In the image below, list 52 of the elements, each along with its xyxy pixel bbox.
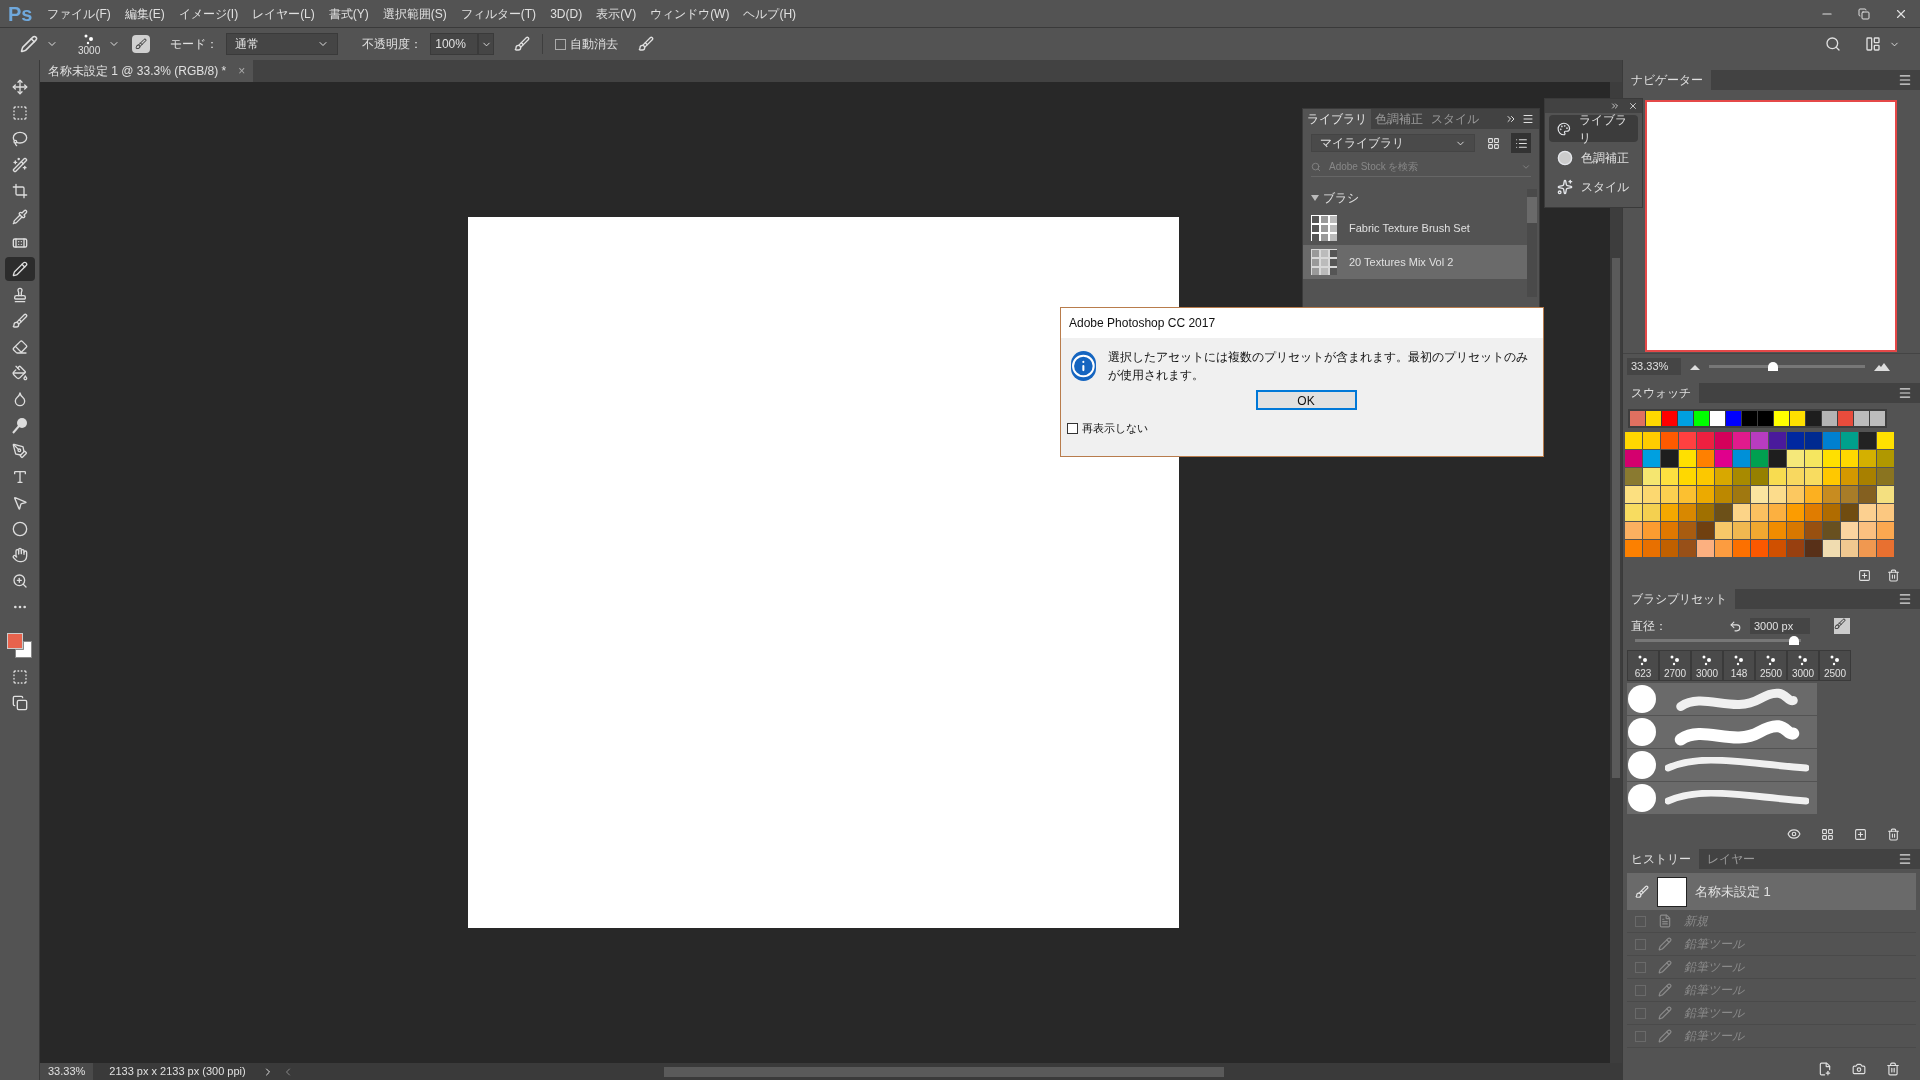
menu-item[interactable]: 選択範囲(S) (375, 4, 454, 23)
document-tab[interactable]: 名称未設定 1 @ 33.3% (RGB/8) * × (40, 60, 254, 82)
menu-item[interactable]: 3D(D) (543, 4, 590, 23)
brush-tip[interactable]: 623 (1627, 650, 1659, 681)
menu-item[interactable]: ファイル(F) (40, 4, 118, 23)
brush-tip[interactable]: 148 (1723, 650, 1755, 681)
mode-select[interactable]: 通常 (226, 33, 339, 55)
opacity-field[interactable]: 100% (430, 33, 479, 55)
dont-show-checkbox[interactable]: 再表示しない (1061, 420, 1543, 437)
history-snapshot[interactable]: 名称未設定 1 (1627, 873, 1916, 910)
panel-button[interactable]: ライブラリ (1549, 115, 1638, 142)
brush-preset-picker[interactable]: 3000 (78, 32, 101, 56)
dialog-title: Adobe Photoshop CC 2017 (1069, 315, 1216, 332)
tab-close[interactable]: × (238, 62, 246, 80)
section-header[interactable]: ブラシ (1303, 185, 1527, 211)
app-logo: Ps (7, 1, 34, 27)
panel-tab[interactable]: ブラシプリセット (1623, 589, 1735, 609)
mode-label: モード： (170, 36, 219, 53)
panel-tab[interactable]: スウォッチ (1623, 383, 1699, 403)
menu-item[interactable]: レイヤー(L) (245, 4, 322, 23)
panel-button[interactable]: スタイル (1549, 173, 1638, 200)
panel-tab[interactable]: ライブラリ (1303, 109, 1371, 129)
navigator-zoom-field[interactable]: 33.33% (1627, 358, 1681, 375)
menu-item[interactable]: イメージ(I) (171, 4, 246, 23)
menu-item[interactable]: 編集(E) (117, 4, 172, 23)
brush-tip[interactable]: 3000 (1691, 650, 1723, 681)
menu-item[interactable]: 表示(V) (589, 4, 644, 23)
panel-tab[interactable]: 色調補正 (1371, 109, 1427, 129)
document-info: 2133 px x 2133 px (300 ppi) (108, 1064, 247, 1080)
panel-tab[interactable]: ナビゲーター (1623, 70, 1711, 90)
opacity-label: 不透明度： (362, 36, 423, 53)
panel-tab[interactable]: レイヤー (1699, 849, 1763, 869)
zoom-level: 33.33% (40, 1063, 94, 1080)
size-label: 直径： (1631, 618, 1668, 635)
brush-tip[interactable]: 2500 (1755, 650, 1787, 681)
ok-button[interactable]: OK (1255, 390, 1357, 410)
brush-tip[interactable]: 2700 (1659, 650, 1691, 681)
panel-tab[interactable]: ヒストリー (1623, 849, 1699, 869)
panel-button[interactable]: 色調補正 (1549, 144, 1638, 171)
menu-item[interactable]: 書式(Y) (321, 4, 376, 23)
menu-item[interactable]: ウィンドウ(W) (643, 4, 737, 23)
library-item[interactable]: 20 Textures Mix Vol 2 (1303, 245, 1527, 279)
library-item[interactable]: Fabric Texture Brush Set (1303, 211, 1527, 245)
panel-tab[interactable]: スタイル (1427, 109, 1483, 129)
auto-erase-checkbox[interactable]: 自動消去 (555, 35, 619, 53)
menu-item[interactable]: ヘルプ(H) (736, 4, 804, 23)
brush-tip[interactable]: 2500 (1819, 650, 1851, 681)
menu-item[interactable]: フィルター(T) (453, 4, 544, 23)
library-select[interactable]: マイライブラリ (1311, 134, 1475, 152)
size-field[interactable]: 3000 px (1750, 617, 1810, 635)
brush-tip[interactable]: 3000 (1787, 650, 1819, 681)
dialog-message: 選択したアセットには複数のプリセットが含まれます。最初のプリセットのみが使用されます。 (1107, 349, 1529, 384)
